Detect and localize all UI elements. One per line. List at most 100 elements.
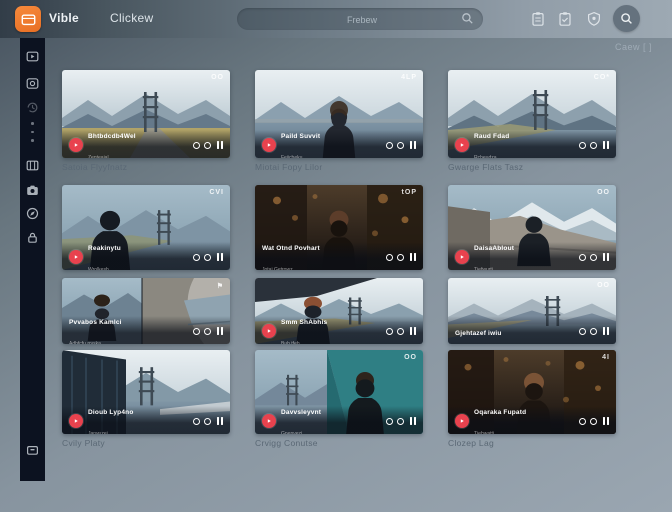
explore-icon[interactable] — [26, 207, 39, 220]
channel-badge[interactable] — [455, 250, 469, 264]
duration-badge: tOP — [402, 189, 417, 196]
thumbnail: Smm ShAbhisBub tfeh — [255, 278, 423, 344]
channel-badge[interactable] — [262, 138, 276, 152]
action-circle-icon[interactable] — [397, 328, 404, 335]
history-icon[interactable] — [26, 101, 39, 114]
view-toggle[interactable]: Caew [ ] — [615, 42, 652, 52]
video-card[interactable]: Smm ShAbhisBub tfeh — [255, 278, 423, 344]
channel-badge[interactable] — [455, 414, 469, 428]
archive-box-icon[interactable] — [26, 443, 39, 456]
card-caption: Satoia Flyyfnatz — [62, 162, 127, 172]
pause-icon[interactable] — [410, 141, 416, 150]
card-subtitle: Jotai Getrowz — [262, 267, 293, 270]
lock-icon[interactable] — [26, 231, 39, 244]
channel-badge[interactable] — [69, 250, 83, 264]
card-overlay: Oqaraka FupatdTjehwatti — [448, 406, 616, 434]
pause-icon[interactable] — [217, 327, 223, 336]
pause-icon[interactable] — [603, 417, 609, 426]
video-card[interactable]: OO Gjehtazef iwiu — [448, 278, 616, 344]
card-caption: Cvily Platy — [62, 438, 105, 448]
channel-badge[interactable] — [262, 324, 276, 338]
pause-icon[interactable] — [603, 327, 609, 336]
film-reel-icon[interactable] — [26, 159, 39, 172]
action-circle-icon[interactable] — [193, 254, 200, 261]
pause-icon[interactable] — [217, 253, 223, 262]
pause-icon[interactable] — [410, 327, 416, 336]
action-circle-icon[interactable] — [579, 328, 586, 335]
video-card[interactable]: OO DavvsleyvntGnenvezi — [255, 350, 423, 434]
video-card[interactable]: OO Bhtbdcdb4WelZenteaial — [62, 70, 230, 158]
shield-icon[interactable] — [586, 11, 602, 27]
pause-icon[interactable] — [217, 141, 223, 150]
menu-item[interactable]: Clickew — [110, 11, 153, 25]
thumbnail: tOP Wat Otnd PovhartJotai Getrowz — [255, 185, 423, 270]
media-library-icon[interactable] — [26, 50, 39, 63]
video-card[interactable]: 4LP Paild SuvvitFejicheku — [255, 70, 423, 158]
action-circle-icon[interactable] — [590, 254, 597, 261]
card-title: Raud Fdad — [474, 133, 509, 140]
thumbnail: OO DaisaAbloutTjefwurti — [448, 185, 616, 270]
action-circle-icon[interactable] — [590, 328, 597, 335]
video-card[interactable]: ⚑ Pvvabos KamlciAdbfcfu rrvska — [62, 278, 230, 344]
video-card[interactable]: Dioub Lyp4noJarwuzei — [62, 350, 230, 434]
channel-badge[interactable] — [69, 414, 83, 428]
brand-name: Vible — [49, 11, 79, 25]
action-circle-icon[interactable] — [386, 328, 393, 335]
action-circle-icon[interactable] — [397, 142, 404, 149]
card-title: Pvvabos Kamlci — [69, 319, 122, 326]
pause-icon[interactable] — [410, 417, 416, 426]
duration-badge: OO — [597, 282, 610, 289]
card-overlay: DaisaAbloutTjefwurti — [448, 242, 616, 270]
action-circle-icon[interactable] — [204, 254, 211, 261]
video-card[interactable]: 4I Oqaraka FupatdTjehwatti — [448, 350, 616, 434]
profile-button[interactable] — [613, 5, 640, 32]
action-circle-icon[interactable] — [590, 142, 597, 149]
search-input[interactable] — [237, 8, 487, 32]
card-caption: Gwarge Flats Tasz — [448, 162, 523, 172]
pause-icon[interactable] — [217, 417, 223, 426]
video-card[interactable]: CVI ReakinytuWrolkesh — [62, 185, 230, 270]
pause-icon[interactable] — [603, 253, 609, 262]
action-circle-icon[interactable] — [193, 328, 200, 335]
action-circle-icon[interactable] — [397, 418, 404, 425]
action-circle-icon[interactable] — [579, 418, 586, 425]
action-circle-icon[interactable] — [193, 418, 200, 425]
card-subtitle: Tjefwurti — [474, 267, 493, 270]
video-card[interactable]: OO DaisaAbloutTjefwurti — [448, 185, 616, 270]
action-circle-icon[interactable] — [204, 142, 211, 149]
app-logo[interactable] — [15, 6, 41, 32]
photo-collection-icon[interactable] — [26, 77, 39, 90]
clipboard-icon[interactable] — [530, 11, 546, 27]
action-circle-icon[interactable] — [590, 418, 597, 425]
card-title: Paild Suvvit — [281, 133, 320, 140]
action-circle-icon[interactable] — [193, 142, 200, 149]
card-caption: Clozep Lag — [448, 438, 494, 448]
video-card[interactable]: tOP Wat Otnd PovhartJotai Getrowz — [255, 185, 423, 270]
action-circle-icon[interactable] — [204, 418, 211, 425]
search-icon[interactable] — [461, 12, 474, 25]
duration-badge: CO* — [594, 74, 610, 81]
action-circle-icon[interactable] — [579, 254, 586, 261]
action-circle-icon[interactable] — [386, 142, 393, 149]
channel-badge[interactable] — [69, 138, 83, 152]
video-card[interactable]: CO* Raud FdadRcheudza — [448, 70, 616, 158]
action-circle-icon[interactable] — [579, 142, 586, 149]
channel-badge[interactable] — [455, 138, 469, 152]
card-subtitle: Jarwuzei — [88, 431, 108, 434]
action-circle-icon[interactable] — [204, 328, 211, 335]
card-overlay: DavvsleyvntGnenvezi — [255, 406, 423, 434]
more-dots-icon[interactable] — [31, 122, 34, 142]
clipboard-check-icon[interactable] — [557, 11, 573, 27]
action-circle-icon[interactable] — [397, 254, 404, 261]
action-circle-icon[interactable] — [386, 418, 393, 425]
pause-icon[interactable] — [603, 141, 609, 150]
card-title: Smm ShAbhis — [281, 319, 327, 326]
channel-badge[interactable] — [262, 414, 276, 428]
card-overlay: Paild SuvvitFejicheku — [255, 130, 423, 158]
search-bar[interactable] — [237, 8, 483, 30]
action-circle-icon[interactable] — [386, 254, 393, 261]
thumbnail: ⚑ Pvvabos KamlciAdbfcfu rrvska — [62, 278, 230, 344]
pause-icon[interactable] — [410, 253, 416, 262]
thumbnail: CO* Raud FdadRcheudza — [448, 70, 616, 158]
camera-icon[interactable] — [26, 184, 39, 197]
